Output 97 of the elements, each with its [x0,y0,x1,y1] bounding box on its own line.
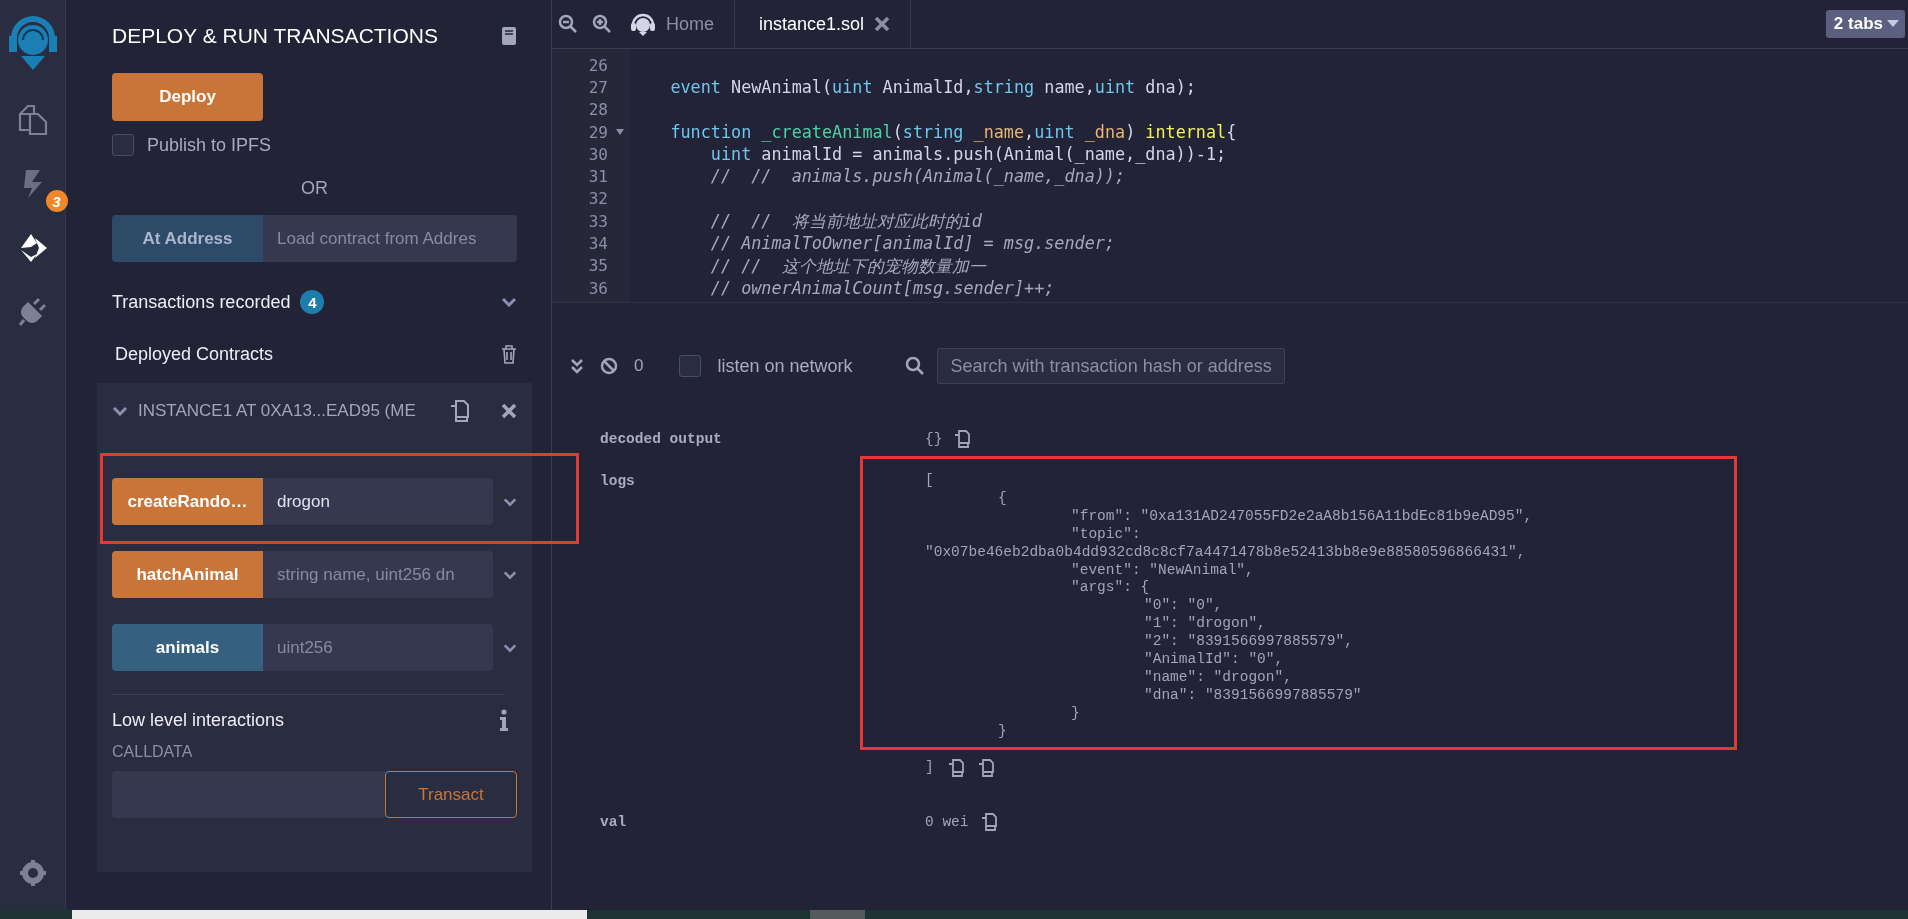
double-chevron-icon[interactable] [570,358,584,374]
output-value: {} [925,430,943,448]
log-line: "2": "8391566997885579", [1143,633,1354,652]
line-number: 27 [588,77,608,97]
output-label: logs [600,472,636,491]
trash-icon[interactable] [501,344,517,364]
function-button[interactable]: createRando… [112,478,263,525]
headset-icon [630,12,656,36]
plug-icon[interactable] [17,296,48,328]
log-line: "0x07be46eb2dba0b4dd932cd8c8cf7a4471478b8e52413bb8e9e88580596866431", [925,543,1527,562]
function-button[interactable]: animals [112,624,263,671]
line-number: 32 [588,189,608,209]
checkbox-label: Publish to IPFS [147,134,272,156]
line-number: 28 [588,100,608,120]
code-line: // AnimalToOwner[animalId] = msg.sender; [709,233,1115,254]
expand-icon[interactable] [503,569,517,580]
output-value: 0 wei [925,812,969,831]
log-line: "args": { [1070,579,1151,598]
line-number: 36 [588,278,608,298]
output-label: decoded output [600,430,723,448]
line-number: 33 [588,211,608,231]
code-line: function _createAnimal(string _name,uint _dna) internal{ [669,121,1237,142]
scrollbar-thumb[interactable] [810,910,865,919]
count-badge: 3 [45,190,68,212]
log-line: } [997,722,1008,741]
close-icon[interactable] [501,403,517,419]
code-line: // ownerAnimalCount[msg.sender]++; [709,277,1055,298]
section-title: Transactions recorded [112,291,291,313]
log-line: "dna": "8391566997885579" [1143,686,1363,705]
line-number: 26 [588,55,608,75]
log-line: "1": "drogon", [1143,615,1267,634]
line-number: 29 [588,122,608,142]
calldata-field[interactable] [112,771,385,818]
copy-icon[interactable] [980,812,997,831]
files-icon[interactable] [17,104,48,136]
checkbox[interactable] [112,134,134,156]
copy-icon[interactable] [977,758,994,777]
log-line: "topic": [1070,525,1142,544]
line-number: 31 [588,167,608,187]
code-line: // // 这个地址下的宠物数量加一 [709,255,986,276]
field-label: CALLDATA [112,743,194,761]
panel-title: DEPLOY & RUN TRANSACTIONS [112,24,438,48]
close-icon[interactable] [874,16,891,32]
log-line: "0": "0", [1143,597,1224,616]
line-number: 34 [588,234,608,253]
output-label: val [600,812,628,831]
count-badge: 4 [300,290,325,314]
ban-icon[interactable] [600,357,618,375]
deploy-button[interactable]: Deploy [112,73,263,121]
zoom-in-icon[interactable] [592,14,612,34]
copy-icon[interactable] [449,399,469,423]
expand-icon[interactable] [503,642,517,653]
log-line: "event": "NewAnimal", [1070,561,1255,580]
settings-icon[interactable] [19,860,46,886]
code-line: // // animals.push(Animal(_name,_dna)); [709,166,1126,187]
editor-tab[interactable]: instance1.sol [749,0,912,48]
chevron-icon[interactable] [501,297,517,307]
log-line: "name": "drogon", [1143,668,1293,687]
code-line: event NewAnimal(uint AnimalId,string name,uint dna); [669,77,1196,98]
search-field[interactable]: Search with transaction hash or address [936,348,1285,384]
checkbox[interactable] [679,355,702,377]
copy-icon[interactable] [947,758,964,777]
caret-icon [1887,20,1899,28]
log-line: } [1070,704,1081,723]
address-field[interactable]: Load contract from Addres [263,215,517,262]
code-line: uint animalId = animals.push(Animal(_name,_dna))-1; [709,144,1227,165]
fold-icon[interactable] [616,128,624,135]
argument-field[interactable]: uint256 [263,624,493,671]
log-line: "AnimalId": "0", [1143,651,1285,669]
instance-title: INSTANCE1 AT 0XA13...EAD95 (ME [138,401,417,421]
copy-icon[interactable] [954,430,971,448]
code-line: // // 将当前地址对应此时的id [709,211,982,232]
book-icon[interactable] [501,26,517,46]
expand-icon[interactable] [112,406,128,416]
tabs-dropdown[interactable]: 2 tabs [1825,10,1905,38]
section-title: Deployed Contracts [115,343,274,365]
transact-button[interactable]: Transact [385,771,517,818]
line-number: 35 [588,256,608,276]
function-button[interactable]: hatchAnimal [112,551,263,598]
argument-field[interactable]: drogon [263,478,493,525]
log-line: ] [925,758,934,777]
info-icon[interactable] [499,709,509,731]
search-icon[interactable] [904,356,925,376]
line-number: 30 [588,144,608,164]
pending-count: 0 [634,356,644,376]
or-separator: OR [300,178,329,199]
checkbox-label: listen on network [717,355,853,377]
at-address-button[interactable]: At Address [112,215,263,262]
editor-tab[interactable]: Home [626,0,735,48]
log-line: [ [925,472,935,490]
log-line: { [997,489,1008,508]
section-title: Low level interactions [112,709,285,731]
expand-icon[interactable] [503,496,517,507]
log-line: "from": "0xa131AD247055FD2e2aA8b156A11bdEc81b9eAD95", [1070,507,1534,526]
scrollbar-thumb[interactable] [72,910,587,919]
argument-field[interactable]: string name, uint256 dn [263,551,493,598]
zoom-out-icon[interactable] [558,14,578,34]
